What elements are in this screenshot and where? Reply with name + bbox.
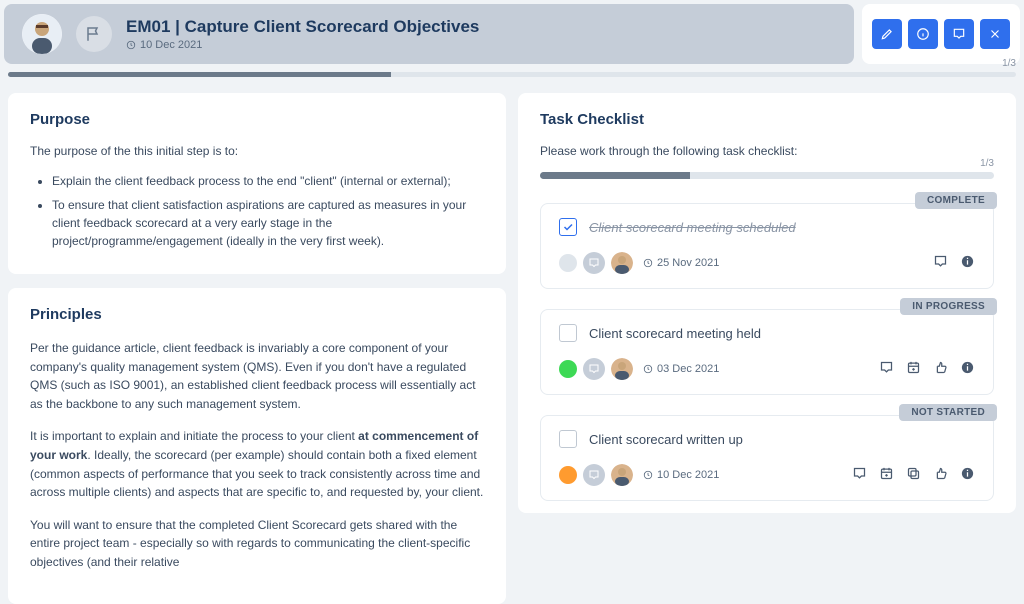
clock-icon (643, 364, 653, 374)
assignee-avatar[interactable] (611, 252, 633, 274)
header-date: 10 Dec 2021 (126, 39, 836, 51)
info-icon[interactable] (960, 466, 975, 484)
page-header: EM01 | Capture Client Scorecard Objectiv… (4, 4, 854, 64)
clock-icon (643, 258, 653, 268)
page-title: EM01 | Capture Client Scorecard Objectiv… (126, 17, 836, 37)
status-dot (559, 466, 577, 484)
principles-para: Per the guidance article, client feedbac… (30, 339, 484, 413)
page-progress-label: 1/3 (1002, 58, 1016, 69)
comment-button[interactable] (944, 19, 974, 49)
thumbs-up-icon[interactable] (933, 466, 948, 484)
checklist-heading: Task Checklist (540, 111, 994, 128)
info-icon[interactable] (960, 254, 975, 272)
task-item[interactable]: COMPLETE Client scorecard meeting schedu… (540, 203, 994, 289)
status-dot (559, 360, 577, 378)
chat-icon (583, 464, 605, 486)
copy-icon[interactable] (906, 466, 921, 484)
task-date: 10 Dec 2021 (643, 469, 719, 481)
purpose-intro: The purpose of the this initial step is … (30, 144, 484, 158)
checklist-card: Task Checklist Please work through the f… (518, 93, 1016, 513)
clock-icon (643, 470, 653, 480)
purpose-bullet: Explain the client feedback process to t… (52, 172, 484, 190)
principles-card: Principles Per the guidance article, cli… (8, 288, 506, 604)
task-checkbox[interactable] (559, 430, 577, 448)
task-date: 25 Nov 2021 (643, 257, 719, 269)
schedule-icon[interactable] (906, 360, 921, 378)
task-item[interactable]: IN PROGRESS Client scorecard meeting hel… (540, 309, 994, 395)
task-checkbox[interactable] (559, 324, 577, 342)
task-checkbox[interactable] (559, 218, 577, 236)
user-avatar[interactable] (22, 14, 62, 54)
purpose-card: Purpose The purpose of the this initial … (8, 93, 506, 274)
close-button[interactable] (980, 19, 1010, 49)
schedule-icon[interactable] (879, 466, 894, 484)
comment-icon[interactable] (879, 360, 894, 378)
status-badge: NOT STARTED (899, 404, 997, 421)
comment-icon[interactable] (933, 254, 948, 272)
header-actions (862, 4, 1020, 64)
chat-icon (583, 358, 605, 380)
page-progress: 1/3 (8, 72, 1016, 77)
checklist-progress-label: 1/3 (980, 158, 994, 169)
assignee-avatar[interactable] (611, 358, 633, 380)
info-button[interactable] (908, 19, 938, 49)
status-badge: COMPLETE (915, 192, 997, 209)
checklist-intro: Please work through the following task c… (540, 144, 994, 158)
task-title: Client scorecard meeting scheduled (589, 220, 796, 235)
status-badge: IN PROGRESS (900, 298, 997, 315)
info-icon[interactable] (960, 360, 975, 378)
thumbs-up-icon[interactable] (933, 360, 948, 378)
task-item[interactable]: NOT STARTED Client scorecard written up (540, 415, 994, 501)
comment-icon[interactable] (852, 466, 867, 484)
checklist-progress: 1/3 (540, 172, 994, 179)
chat-icon (583, 252, 605, 274)
task-title: Client scorecard meeting held (589, 326, 761, 341)
status-dot (559, 254, 577, 272)
task-title: Client scorecard written up (589, 432, 743, 447)
task-date: 03 Dec 2021 (643, 363, 719, 375)
principles-heading: Principles (30, 306, 484, 323)
edit-button[interactable] (872, 19, 902, 49)
purpose-heading: Purpose (30, 111, 484, 128)
clock-icon (126, 40, 136, 50)
principles-para: It is important to explain and initiate … (30, 427, 484, 501)
purpose-bullet: To ensure that client satisfaction aspir… (52, 196, 484, 250)
assignee-avatar[interactable] (611, 464, 633, 486)
flag-icon (76, 16, 112, 52)
principles-para: You will want to ensure that the complet… (30, 516, 484, 572)
